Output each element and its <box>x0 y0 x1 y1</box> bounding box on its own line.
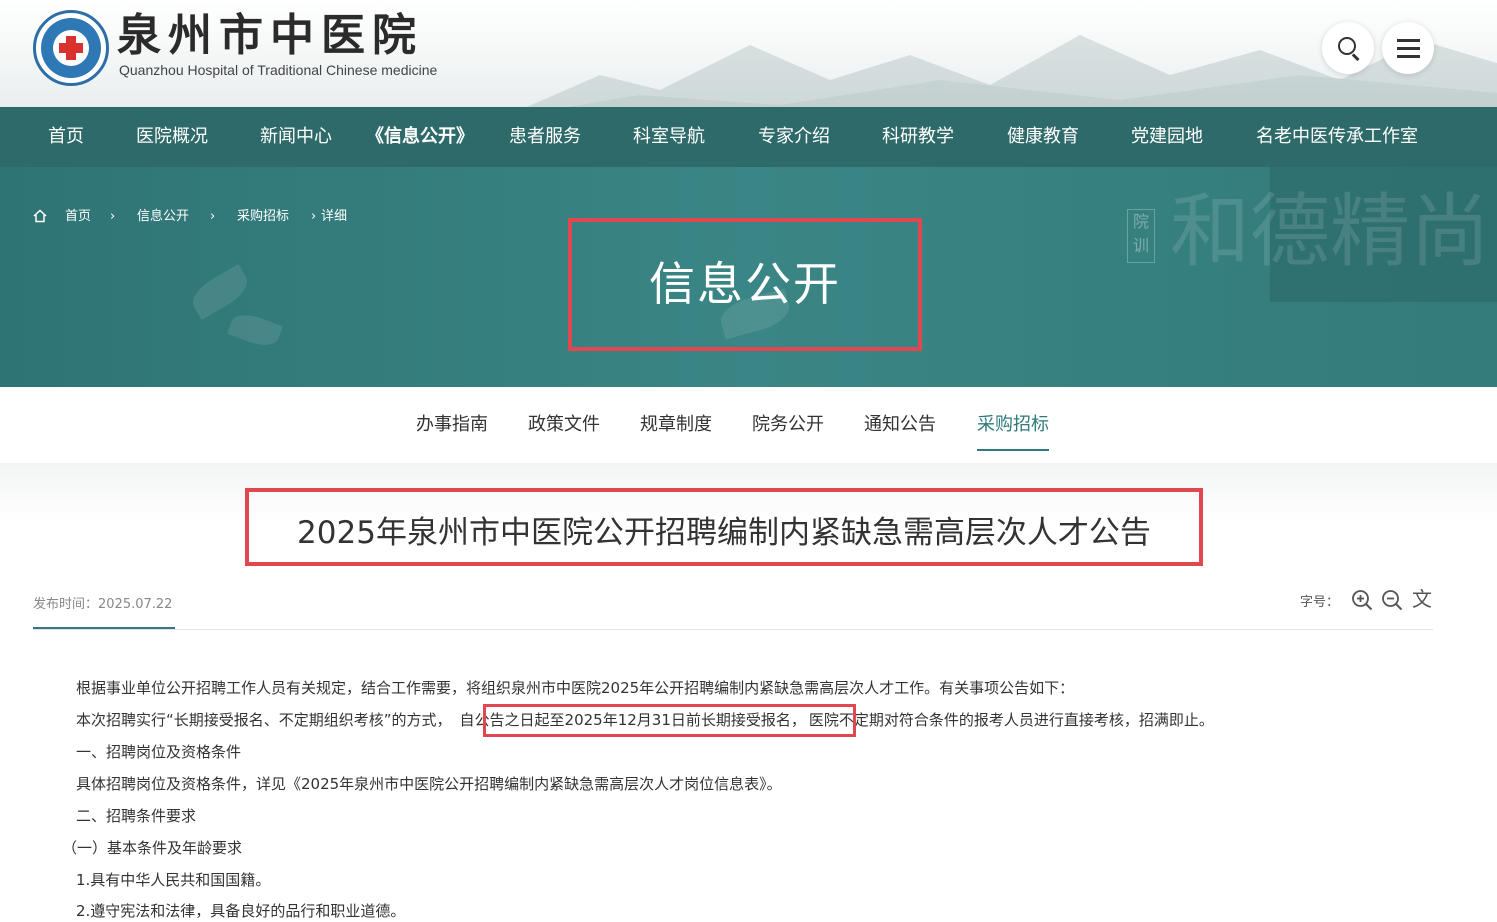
paragraph-method-part1: 本次招聘实行“长期接受报名、不定期组织考核”的方式， <box>76 711 452 729</box>
logo-chinese-name[interactable]: 泉州市中医院 <box>117 10 423 62</box>
publish-date: 发布时间：2025.07.22 <box>33 593 172 612</box>
reset-font-icon[interactable]: 文 <box>1412 587 1432 611</box>
zoom-out-icon[interactable] <box>1381 589 1403 611</box>
chevron-right-icon: › <box>210 209 216 224</box>
subnav-item-affairs[interactable]: 院务公开 <box>752 412 824 438</box>
zoom-in-icon[interactable] <box>1351 589 1373 611</box>
banner-title-highlight: 信息公开 <box>568 218 922 351</box>
paragraph-intro: 根据事业单位公开招聘工作人员有关规定，结合工作需要，将组织泉州市中医院2025年… <box>76 679 1075 697</box>
chevron-right-icon: › <box>311 209 317 224</box>
search-button[interactable] <box>1322 22 1374 74</box>
meta-divider <box>33 629 1433 630</box>
subnav-active-indicator <box>977 449 1049 451</box>
leaf-decoration <box>186 264 254 320</box>
subnav-item-procurement[interactable]: 采购招标 <box>977 412 1049 438</box>
paragraph-item-1: 1.具有中华人民共和国国籍。 <box>76 871 271 889</box>
paragraph-positions: 具体招聘岗位及资格条件，详见《2025年泉州市中医院公开招聘编制内紧缺急需高层次… <box>76 775 782 793</box>
subnav-item-rules[interactable]: 规章制度 <box>640 412 712 438</box>
nav-item-overview[interactable]: 医院概况 <box>136 107 208 167</box>
section-heading-2: 二、招聘条件要求 <box>76 807 197 825</box>
nav-item-departments[interactable]: 科室导航 <box>633 107 705 167</box>
nav-item-research[interactable]: 科研教学 <box>882 107 954 167</box>
nav-item-experts[interactable]: 专家介绍 <box>758 107 830 167</box>
breadcrumb-detail: 详细 <box>321 209 348 224</box>
breadcrumb-procurement[interactable]: 采购招标 <box>237 207 289 227</box>
registration-period-highlight <box>483 704 856 737</box>
nav-item-health-edu[interactable]: 健康教育 <box>1007 107 1079 167</box>
subnav-item-policy[interactable]: 政策文件 <box>528 412 600 438</box>
publish-label: 发布时间： <box>33 597 99 612</box>
nav-item-news[interactable]: 新闻中心 <box>260 107 332 167</box>
leaf-decoration <box>227 309 283 351</box>
paragraph-item-2: 2.遵守宪法和法律，具备良好的品行和职业道德。 <box>76 902 406 920</box>
breadcrumb-info[interactable]: 信息公开 <box>137 207 189 227</box>
paragraph-method-part3: 医院不定期对符合条件的报考人员进行直接考核，招满即止。 <box>808 711 1214 729</box>
nav-item-info-disclosure[interactable]: 《信息公开》 <box>366 107 474 167</box>
menu-button[interactable] <box>1382 22 1434 74</box>
nav-item-party[interactable]: 党建园地 <box>1131 107 1203 167</box>
subsection-heading-1: （一）基本条件及年龄要求 <box>62 839 243 857</box>
banner-title: 信息公开 <box>649 257 841 311</box>
chevron-right-icon: › <box>110 209 116 224</box>
subnav-item-notices[interactable]: 通知公告 <box>864 412 936 438</box>
section-heading-1: 一、招聘岗位及资格条件 <box>76 743 242 761</box>
article-title-highlight: 2025年泉州市中医院公开招聘编制内紧缺急需高层次人才公告 <box>245 488 1203 566</box>
main-nav: 首页 医院概况 新闻中心 《信息公开》 患者服务 科室导航 专家介绍 科研教学 … <box>0 107 1497 167</box>
logo-english-name: Quanzhou Hospital of Traditional Chinese… <box>119 62 438 78</box>
home-icon[interactable] <box>33 209 47 223</box>
site-header: 泉州市中医院 Quanzhou Hospital of Traditional … <box>0 0 1497 107</box>
article-title: 2025年泉州市中医院公开招聘编制内紧缺急需高层次人才公告 <box>297 515 1151 551</box>
font-size-label: 字号： <box>1300 595 1340 610</box>
hospital-logo-icon[interactable] <box>33 10 109 86</box>
page-banner: 和德精尚 院训 首页 › 信息公开 › 采购招标 › 详细 信息公开 <box>0 167 1497 387</box>
banner-calligraphy: 和德精尚 <box>1170 185 1490 278</box>
nav-item-patient-service[interactable]: 患者服务 <box>509 107 581 167</box>
banner-seal: 院训 <box>1127 209 1155 263</box>
breadcrumb-home[interactable]: 首页 <box>65 207 91 227</box>
publish-date-value: 2025.07.22 <box>98 597 173 612</box>
sub-nav: 办事指南 政策文件 规章制度 院务公开 通知公告 采购招标 <box>0 387 1497 463</box>
subnav-item-guide[interactable]: 办事指南 <box>416 412 488 438</box>
nav-item-home[interactable]: 首页 <box>48 107 84 167</box>
nav-item-tcm-studio[interactable]: 名老中医传承工作室 <box>1256 107 1418 167</box>
